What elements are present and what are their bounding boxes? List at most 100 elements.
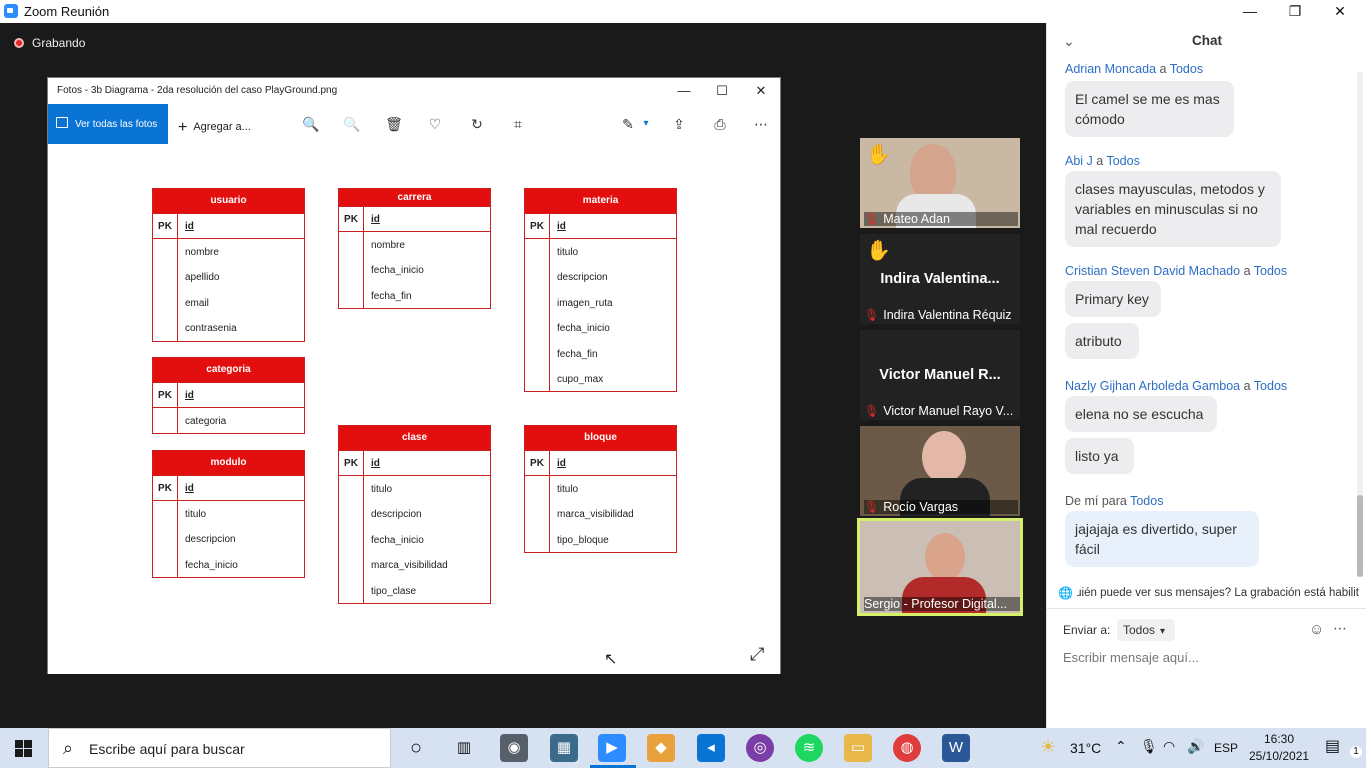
wifi-icon[interactable]: ◠: [1163, 738, 1175, 755]
field-list: titulo descripcion fecha_inicio: [153, 500, 304, 578]
crop-icon[interactable]: ⌗: [508, 114, 528, 134]
participant-display-name: Victor Manuel R...: [879, 367, 1001, 383]
more-icon[interactable]: ⋯: [751, 114, 771, 134]
field-id: id: [185, 483, 194, 494]
field-list: titulo marca_visibilidad tipo_bloque: [525, 475, 676, 553]
participant-tile[interactable]: ✋ Indira Valentina... 🎙 Indira Valentina …: [860, 234, 1020, 324]
chat-sender: Adrian Moncada a Todos: [1065, 64, 1204, 76]
taskbar-search[interactable]: ⌕ Escribe aquí para buscar: [48, 728, 391, 768]
participant-name: 🎙 Indira Valentina Réquiz: [864, 308, 1012, 322]
window-title: Zoom Reunión: [24, 4, 110, 19]
edit-icon[interactable]: ✎: [618, 114, 638, 134]
chat-visibility-notice[interactable]: ¿Quién puede ver sus mensajes? La grabac…: [1077, 587, 1359, 599]
table-title: usuario: [153, 189, 304, 213]
chrome-icon[interactable]: ◍: [893, 734, 921, 762]
photos-close-button[interactable]: ✕: [746, 81, 776, 101]
microphone-icon[interactable]: 🎙: [1140, 738, 1158, 755]
zoom-in-icon[interactable]: 🔍: [301, 114, 321, 134]
window-titlebar: Zoom Reunión — ❐ ✕: [0, 0, 1366, 23]
field-id: id: [371, 458, 380, 469]
favorite-icon[interactable]: ♡: [425, 114, 445, 134]
chat-sender: Abi J a Todos: [1065, 154, 1140, 168]
participant-tile[interactable]: Victor Manuel R... 🎙 Victor Manuel Rayo V…: [860, 330, 1020, 420]
more-icon[interactable]: ⋯: [1333, 620, 1347, 637]
restore-button[interactable]: ❐: [1273, 1, 1317, 22]
field-row: titulo: [185, 509, 207, 520]
field-row: titulo: [557, 484, 579, 495]
participant-name: 🎙 Victor Manuel Rayo V...: [864, 404, 1014, 418]
add-to-label: Agregar a...: [193, 121, 251, 133]
clock-time[interactable]: 16:30: [1264, 732, 1294, 746]
field-row: fecha_inicio: [371, 534, 424, 546]
chat-message: jajajaja es divertido, super fácil: [1065, 511, 1259, 567]
field-id: id: [557, 221, 566, 232]
zoom-taskbar-icon[interactable]: ▶: [598, 734, 626, 762]
zoom-out-icon[interactable]: 🔍: [342, 114, 362, 134]
chat-message: atributo: [1065, 323, 1139, 359]
volume-icon[interactable]: 🔊: [1187, 738, 1204, 755]
photos-minimize-button[interactable]: —: [669, 81, 699, 101]
emoji-icon[interactable]: ☺: [1309, 621, 1324, 638]
minimize-button[interactable]: —: [1228, 1, 1272, 22]
field-row: tipo_bloque: [557, 534, 609, 546]
chevron-up-icon[interactable]: ⌃: [1115, 738, 1127, 755]
field-row: descripcion: [185, 534, 236, 546]
word-icon[interactable]: W: [942, 734, 970, 762]
camera-app-icon[interactable]: ◉: [500, 734, 528, 762]
raised-hand-icon: ✋: [866, 144, 891, 166]
pk-row: PK id: [339, 450, 490, 475]
field-row: titulo: [371, 484, 393, 495]
share-icon[interactable]: ⇪: [669, 114, 689, 134]
vscode-icon[interactable]: ◂: [697, 734, 725, 762]
pk-label: PK: [153, 476, 178, 500]
send-to-select[interactable]: Todos ▾: [1117, 619, 1175, 641]
participant-name: Sergio - Profesor Digital...: [864, 597, 1020, 611]
chat-input[interactable]: Escribir mensaje aquí...: [1063, 650, 1199, 665]
pk-row: PK id: [525, 450, 676, 475]
cortana-icon[interactable]: ○: [402, 734, 430, 762]
active-speaker-tile[interactable]: Sergio - Profesor Digital...: [857, 518, 1023, 616]
search-placeholder: Escribe aquí para buscar: [89, 741, 245, 757]
spotify-icon[interactable]: ≋: [795, 734, 823, 762]
table-title: bloque: [525, 426, 676, 450]
field-row: categoria: [185, 416, 227, 427]
chat-message: Primary key: [1065, 281, 1161, 317]
view-all-photos-button[interactable]: Ver todas las fotos: [48, 104, 168, 145]
close-button[interactable]: ✕: [1318, 1, 1362, 22]
photos-maximize-button[interactable]: ☐: [707, 81, 737, 101]
table-bloque: bloque PK id titulo marca_visibilidad tip…: [524, 425, 677, 554]
participant-tile[interactable]: ✋ 🎙 Mateo Adan: [860, 138, 1020, 228]
delete-icon[interactable]: 🗑: [384, 114, 404, 134]
pk-row: PK id: [153, 213, 304, 238]
fullscreen-icon[interactable]: ⤢: [750, 644, 764, 665]
add-to-button[interactable]: + Agregar a...: [178, 117, 251, 136]
pk-label: PK: [525, 214, 550, 238]
field-list: titulo descripcion imagen_ruta fecha_ini…: [525, 238, 676, 392]
chat-title: Chat: [1192, 33, 1222, 48]
github-desktop-icon[interactable]: ◎: [746, 734, 774, 762]
video-person: [925, 533, 965, 581]
notifications-icon[interactable]: ▤: [1325, 736, 1340, 756]
field-id: id: [557, 458, 566, 469]
git-kraken-icon[interactable]: ◆: [647, 734, 675, 762]
print-icon[interactable]: ⎙: [710, 114, 730, 134]
weather-temp[interactable]: 31°C: [1070, 740, 1101, 756]
video-person: [910, 144, 956, 200]
field-id: id: [185, 221, 194, 232]
field-row: descripcion: [557, 272, 608, 284]
participant-tile[interactable]: 🎙 Rocío Vargas: [860, 426, 1020, 516]
chevron-down-icon[interactable]: ▾: [636, 114, 656, 134]
file-explorer-icon[interactable]: ▭: [844, 734, 872, 762]
windows-start-icon[interactable]: [15, 740, 32, 757]
pk-row: PK id: [153, 382, 304, 407]
rotate-icon[interactable]: ↻: [467, 114, 487, 134]
language-indicator[interactable]: ESP: [1214, 741, 1238, 755]
globe-icon: 🌐: [1058, 586, 1073, 600]
chat-scrollbar-thumb[interactable]: [1357, 495, 1363, 577]
calculator-icon[interactable]: ▦: [550, 734, 578, 762]
field-row: marca_visibilidad: [557, 509, 634, 521]
task-view-icon[interactable]: ▥: [450, 734, 478, 762]
clock-date[interactable]: 25/10/2021: [1249, 749, 1309, 763]
chat-sender: De mí para Todos: [1065, 494, 1164, 508]
pk-label: PK: [153, 383, 178, 407]
